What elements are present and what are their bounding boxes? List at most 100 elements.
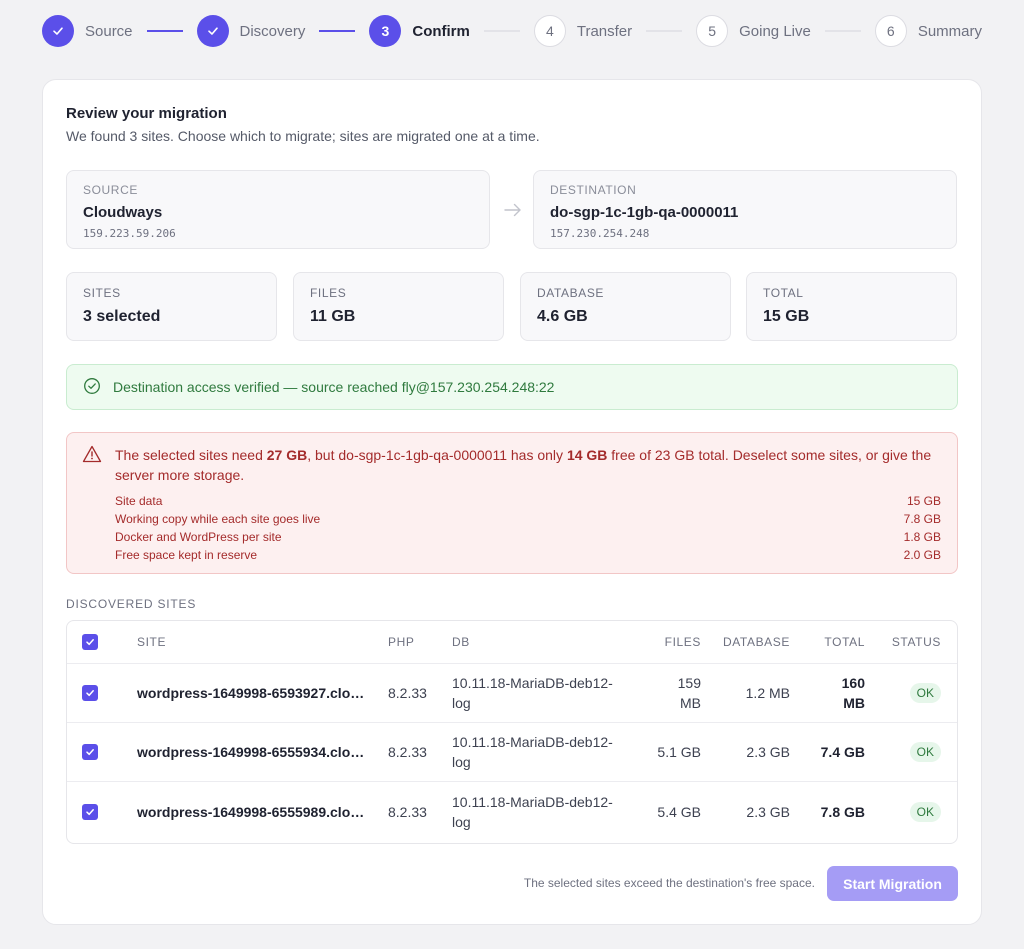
- site-php: 8.2.33: [388, 685, 427, 701]
- breakdown-row: Working copy while each site goes live 7…: [115, 510, 941, 528]
- discovered-sites-heading: DISCOVERED SITES: [66, 597, 197, 611]
- stat-sites: SITES 3 selected: [66, 272, 277, 341]
- start-migration-button[interactable]: Start Migration: [827, 866, 958, 901]
- header-files: FILES: [664, 635, 701, 649]
- header-database: DATABASE: [722, 635, 790, 649]
- header-db: DB: [452, 635, 470, 649]
- site-total: 7.4 GB: [820, 744, 865, 760]
- breakdown-value: 2.0 GB: [903, 548, 941, 562]
- stat-value: 3 selected: [83, 308, 161, 325]
- breakdown-label: Site data: [115, 494, 163, 508]
- stat-value: 15 GB: [763, 308, 810, 325]
- step-connector: [646, 30, 683, 32]
- step-label: Discovery: [239, 22, 306, 40]
- source-label: SOURCE: [83, 183, 138, 197]
- row-checkbox[interactable]: [82, 664, 102, 722]
- header-site: SITE: [137, 635, 167, 649]
- stat-total: TOTAL 15 GB: [746, 272, 957, 341]
- breakdown-value: 1.8 GB: [903, 530, 941, 544]
- alert-message: The selected sites need 27 GB, but do-sg…: [115, 447, 932, 483]
- source-ip: 159.223.59.206: [83, 227, 176, 240]
- status-badge: OK: [879, 723, 941, 781]
- step-going-live: 5 Going Live: [696, 15, 811, 47]
- step-discovery: Discovery: [196, 15, 306, 47]
- table-row: wordpress-1649998-6555934.cloudwaysapps.…: [67, 723, 957, 782]
- destination-panel: DESTINATION do-sgp-1c-1gb-qa-0000011 157…: [533, 170, 957, 249]
- step-connector: [824, 30, 861, 32]
- site-total: 7.8 GB: [820, 803, 865, 820]
- site-db: 10.11.18-MariaDB-deb12-log: [452, 734, 613, 770]
- arrow-right-icon: [501, 198, 525, 222]
- site-php: 8.2.33: [388, 744, 427, 760]
- step-label: Going Live: [739, 22, 811, 40]
- review-card: Review your migration We found 3 sites. …: [42, 79, 982, 925]
- header-status: STATUS: [891, 635, 941, 649]
- breakdown-row: Docker and WordPress per site 1.8 GB: [115, 528, 941, 546]
- stat-database: DATABASE 4.6 GB: [520, 272, 731, 341]
- verified-banner: Destination access verified — source rea…: [66, 364, 958, 410]
- breakdown-row: Free space kept in reserve 2.0 GB: [115, 546, 941, 564]
- alert-required: 27 GB: [266, 447, 308, 463]
- table-row: wordpress-1649998-6555989.cloudwaysapps.…: [67, 782, 957, 841]
- select-all-checkbox[interactable]: [82, 621, 102, 663]
- step-connector: [483, 30, 520, 32]
- breakdown-value: 7.8 GB: [903, 512, 941, 526]
- site-database: 2.3 GB: [746, 803, 790, 820]
- destination-ip: 157.230.254.248: [550, 227, 650, 240]
- step-connector: [319, 30, 356, 32]
- header-php: PHP: [388, 635, 415, 649]
- source-panel: SOURCE Cloudways 159.223.59.206: [66, 170, 490, 249]
- check-icon: [42, 15, 74, 47]
- review-title: Review your migration: [66, 105, 227, 122]
- storage-breakdown: Site data 15 GB Working copy while each …: [115, 492, 941, 564]
- stat-label: FILES: [310, 286, 347, 300]
- site-database: 1.2 MB: [745, 685, 790, 701]
- status-badge: OK: [879, 782, 941, 841]
- step-label: Transfer: [576, 22, 633, 40]
- breakdown-label: Free space kept in reserve: [115, 548, 258, 562]
- step-label: Summary: [917, 22, 983, 40]
- step-label: Confirm: [412, 22, 470, 40]
- review-subtitle: We found 3 sites. Choose which to migrat…: [66, 128, 540, 144]
- site-db: 10.11.18-MariaDB-deb12-log: [452, 793, 613, 830]
- step-label: Source: [85, 22, 133, 40]
- stat-files: FILES 11 GB: [293, 272, 504, 341]
- breakdown-label: Working copy while each site goes live: [115, 512, 321, 526]
- site-name: wordpress-1649998-6555989.cloudwaysapps.…: [137, 803, 372, 820]
- table-header: SITE PHP DB FILES DATABASE TOTAL STATUS: [67, 621, 957, 664]
- site-name: wordpress-1649998-6593927.cloudwaysapps.…: [137, 685, 372, 701]
- table-row: wordpress-1649998-6593927.cloudwaysapps.…: [67, 664, 957, 723]
- migration-stepper: Source Discovery 3 Confirm 4 Transfer 5 …: [42, 14, 982, 48]
- site-php: 8.2.33: [388, 803, 427, 820]
- step-confirm: 3 Confirm: [369, 15, 470, 47]
- site-files: 159 MB: [677, 675, 701, 711]
- stat-value: 11 GB: [310, 308, 356, 325]
- step-source: Source: [42, 15, 133, 47]
- breakdown-value: 15 GB: [906, 494, 941, 508]
- step-connector: [146, 30, 183, 32]
- step-number: 5: [696, 15, 729, 47]
- site-database: 2.3 GB: [746, 744, 790, 760]
- verified-text: Destination access verified — source rea…: [113, 379, 555, 395]
- alert-free: 14 GB: [566, 447, 608, 463]
- step-number: 3: [369, 15, 402, 47]
- storage-alert: The selected sites need 27 GB, but do-sg…: [66, 432, 958, 574]
- destination-name: do-sgp-1c-1gb-qa-0000011: [550, 204, 739, 221]
- site-name: wordpress-1649998-6555934.cloudwaysapps.…: [137, 744, 372, 760]
- warning-icon: [82, 445, 102, 468]
- row-checkbox[interactable]: [82, 723, 102, 781]
- footer-warning: The selected sites exceed the destinatio…: [523, 876, 815, 890]
- sites-table: SITE PHP DB FILES DATABASE TOTAL STATUS …: [66, 620, 958, 844]
- check-icon: [196, 15, 229, 47]
- stat-label: TOTAL: [763, 286, 804, 300]
- stat-value: 4.6 GB: [537, 308, 588, 325]
- stat-label: SITES: [83, 286, 121, 300]
- site-files: 5.1 GB: [657, 744, 701, 760]
- destination-label: DESTINATION: [550, 183, 637, 197]
- breakdown-label: Docker and WordPress per site: [115, 530, 282, 544]
- site-total: 160 MB: [841, 675, 865, 711]
- site-db: 10.11.18-MariaDB-deb12-log: [452, 675, 613, 711]
- row-checkbox[interactable]: [82, 782, 102, 841]
- step-summary: 6 Summary: [874, 15, 983, 47]
- step-number: 4: [533, 15, 566, 47]
